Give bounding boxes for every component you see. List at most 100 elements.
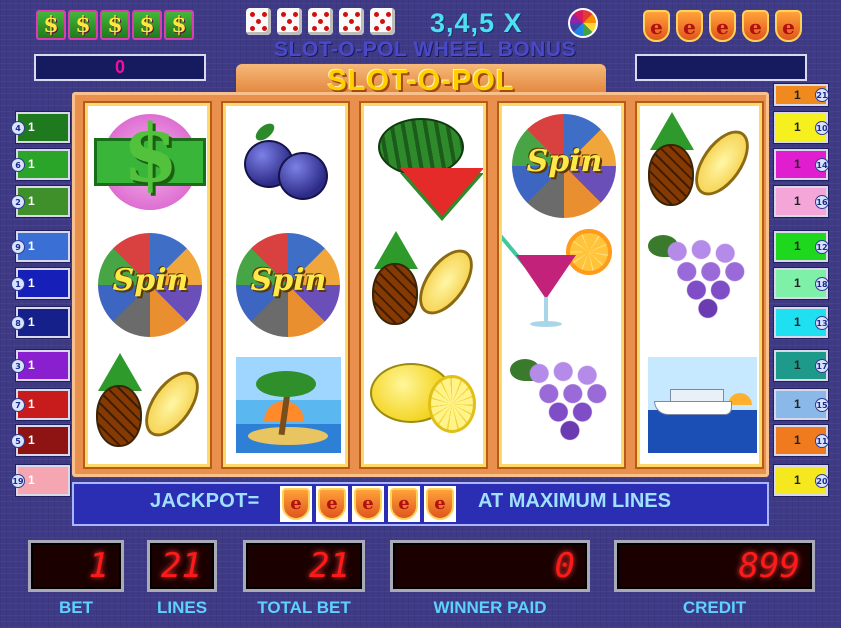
spin-label: Spin (112, 263, 189, 299)
symbol-pineapple (88, 345, 207, 464)
lines-label: LINES (156, 598, 208, 617)
line-number-badge: 8 (11, 316, 25, 330)
winner-paid-label: WINNER PAID (433, 598, 547, 617)
symbol-grapes (502, 345, 621, 464)
line-value: 1 (794, 433, 801, 447)
line-value: 1 (794, 120, 801, 134)
shield-icon: e (388, 486, 420, 522)
left-counter: 0 (34, 54, 206, 81)
dice-icon (339, 8, 364, 35)
symbol-plum (226, 106, 345, 225)
dice-icon (308, 8, 333, 35)
lines-display: 21 (147, 540, 217, 592)
bonus-title: SLOT-O-POL WHEEL BONUS (274, 38, 576, 61)
line-value: 1 (794, 276, 801, 290)
line-value: 1 (28, 315, 35, 329)
jackpot-label: JACKPOT= (150, 490, 260, 512)
symbol-pineapple (640, 106, 759, 225)
dollar-icon: $ (68, 10, 98, 40)
reel-1[interactable]: $ Spin (85, 103, 210, 467)
line-value: 1 (794, 88, 801, 102)
line-number-badge: 19 (11, 474, 25, 488)
total-bet-display: 21 (243, 540, 365, 592)
line-value: 1 (794, 358, 801, 372)
shield-icon: e (742, 10, 769, 42)
line-value: 1 (28, 473, 35, 487)
line-number-badge: 14 (815, 157, 829, 172)
dice-row (246, 8, 395, 35)
line-number-badge: 11 (815, 433, 829, 448)
line-value: 1 (28, 358, 35, 372)
symbol-pineapple (364, 225, 483, 344)
symbol-cocktail (502, 225, 621, 344)
line-number-badge: 2 (11, 195, 25, 209)
jackpot-suffix: AT MAXIMUM LINES (478, 490, 671, 512)
line-number-badge: 3 (11, 359, 25, 373)
line-value: 1 (794, 194, 801, 208)
symbol-ship (640, 345, 759, 464)
line-number-badge: 21 (815, 88, 829, 102)
line-number-badge: 13 (815, 315, 829, 330)
reel-5[interactable] (637, 103, 762, 467)
line-number-badge: 1 (11, 277, 25, 291)
shield-icon: e (709, 10, 736, 42)
line-number-badge: 6 (11, 158, 25, 172)
line-value: 1 (794, 397, 801, 411)
line-value: 1 (28, 433, 35, 447)
bet-label: BET (59, 598, 93, 617)
symbol-spin: Spin (226, 225, 345, 344)
symbol-grapes (640, 225, 759, 344)
shield-letter: e (318, 488, 346, 520)
wheel-icon (568, 8, 598, 38)
dollar-icon: $ (100, 10, 130, 40)
shield-icon: e (775, 10, 802, 42)
line-number-badge: 12 (815, 239, 829, 254)
dollar-icon: $ (132, 10, 162, 40)
symbol-dollar: $ (88, 106, 207, 225)
total-bet-label: TOTAL BET (257, 598, 351, 617)
line-value: 1 (794, 157, 801, 171)
credit-label: CREDIT (682, 598, 747, 617)
spin-label: Spin (250, 263, 327, 299)
line-number-badge: 10 (815, 120, 829, 135)
symbol-spin: Spin (88, 225, 207, 344)
dice-icon (277, 8, 302, 35)
line-value: 1 (794, 473, 801, 487)
shield-icon-row: e e e e e (643, 10, 802, 42)
dice-icon (370, 8, 395, 35)
symbol-spin: Spin (502, 106, 621, 225)
bet-display: 1 (28, 540, 124, 592)
shield-letter: e (426, 488, 454, 520)
dollar-icon-row: $ $ $ $ $ (36, 10, 194, 40)
credit-display: 899 (614, 540, 815, 592)
shield-letter: e (282, 488, 310, 520)
shield-icon: e (643, 10, 670, 42)
symbol-lemon (364, 345, 483, 464)
line-number-badge: 4 (11, 121, 25, 135)
reel-2[interactable]: Spin (223, 103, 348, 467)
line-number-badge: 16 (815, 194, 829, 209)
line-value: 1 (28, 157, 35, 171)
dollar-icon: $ (164, 10, 194, 40)
winner-paid-display: 0 (390, 540, 590, 592)
reel-3[interactable] (361, 103, 486, 467)
line-value: 1 (28, 397, 35, 411)
shield-icon: e (316, 486, 348, 522)
line-value: 1 (28, 239, 35, 253)
symbol-island (226, 345, 345, 464)
line-value: 1 (794, 239, 801, 253)
line-number-badge: 5 (11, 434, 25, 448)
jackpot-shields: e e e e e (280, 486, 456, 522)
dollar-icon: $ (36, 10, 66, 40)
line-number-badge: 20 (815, 473, 829, 488)
reel-4[interactable]: Spin (499, 103, 624, 467)
symbol-watermelon (364, 106, 483, 225)
line-number-badge: 9 (11, 240, 25, 254)
shield-letter: e (354, 488, 382, 520)
shield-icon: e (280, 486, 312, 522)
shield-icon: e (676, 10, 703, 42)
line-number-badge: 18 (815, 276, 829, 291)
reel-frame: $ Spin Spin Spin (72, 92, 769, 477)
line-value: 1 (794, 315, 801, 329)
shield-icon: e (352, 486, 384, 522)
